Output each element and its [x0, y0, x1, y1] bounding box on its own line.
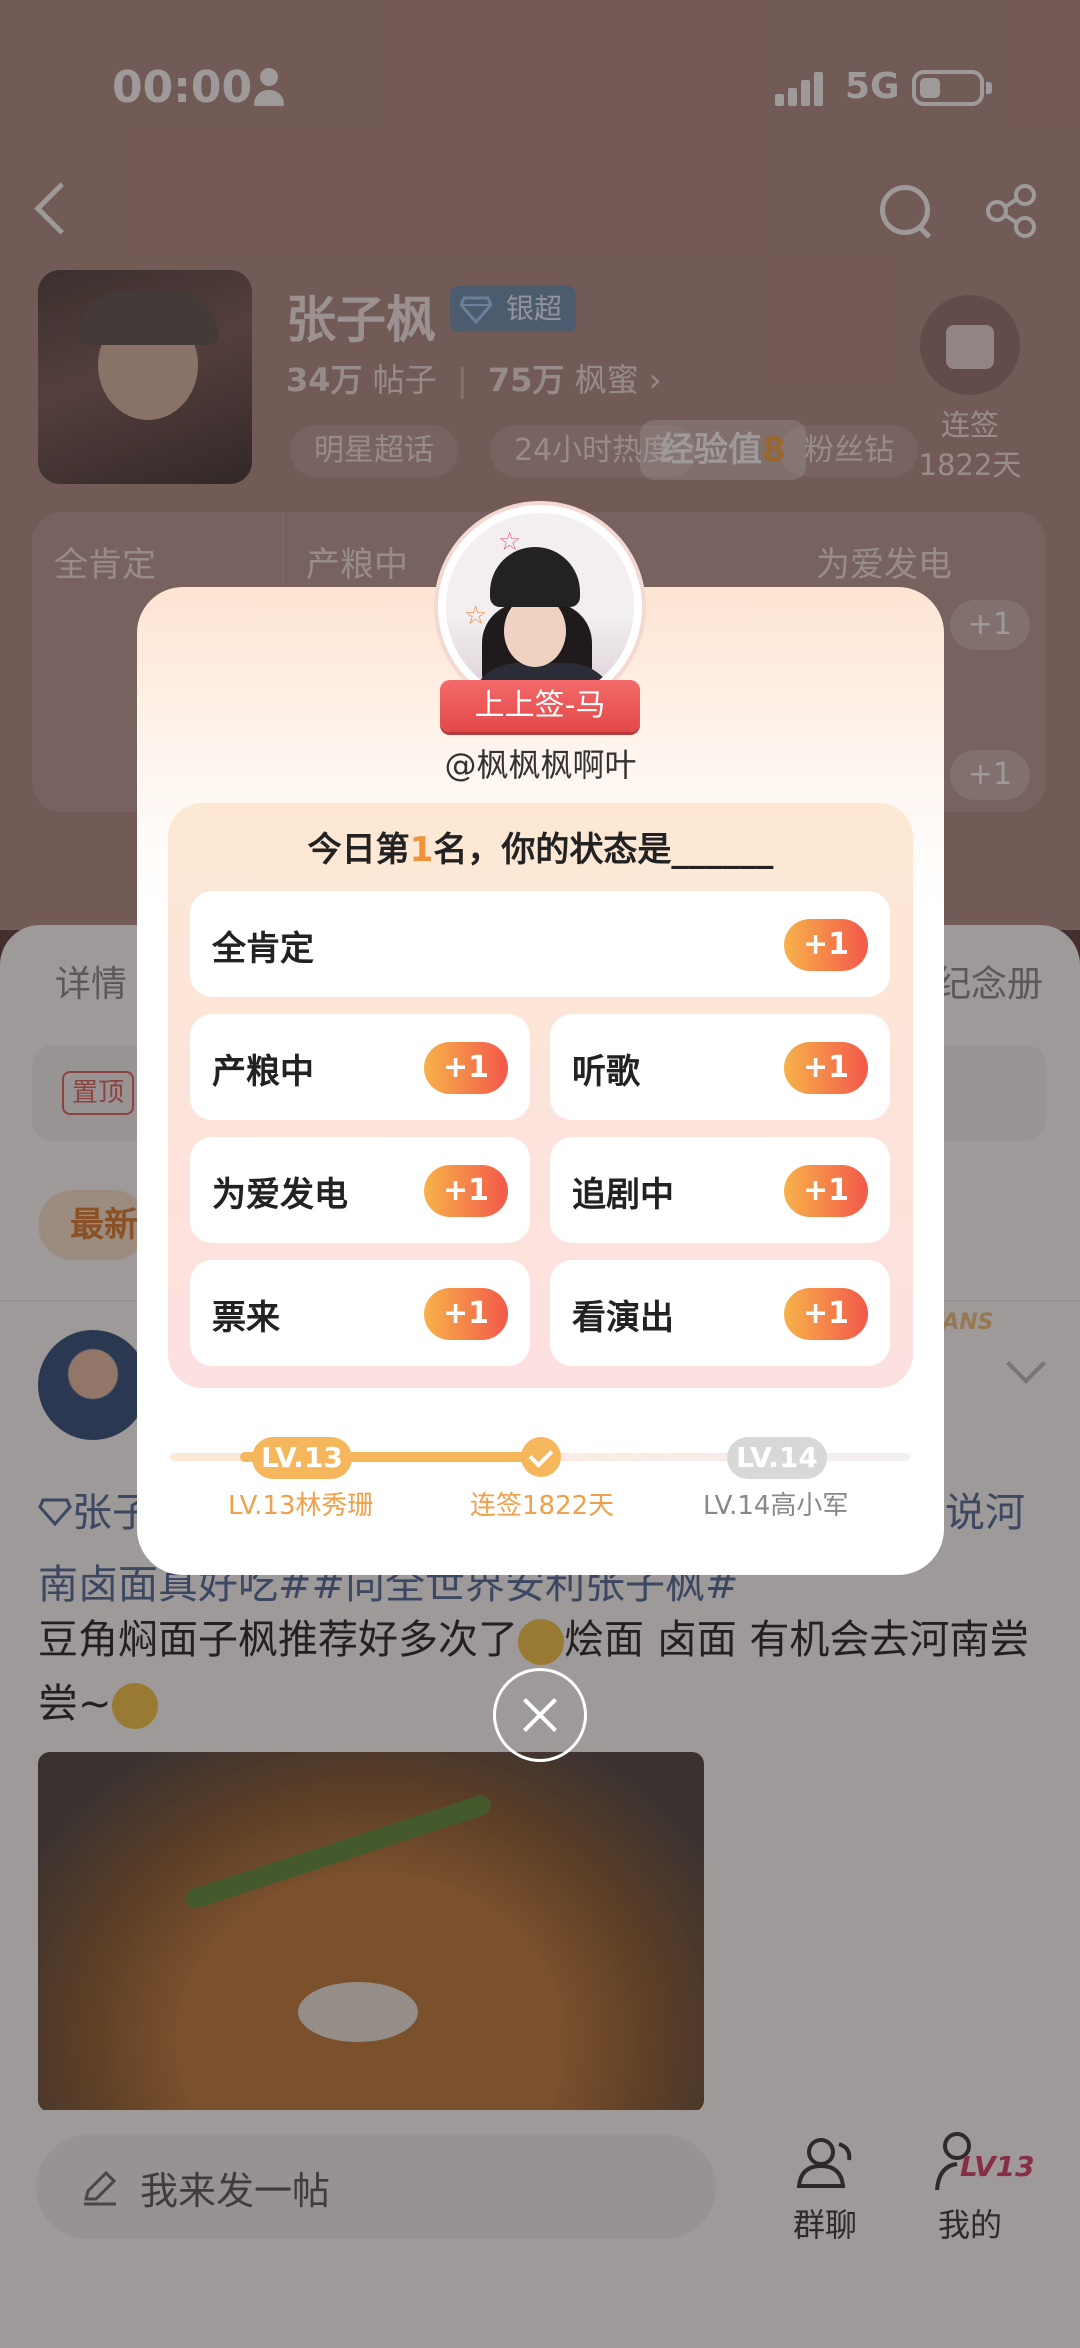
- option-label: 追剧中: [572, 1175, 674, 1215]
- modal-user-avatar: ☆ ☆: [446, 513, 634, 701]
- question-suffix: 名，你的状态是______: [433, 830, 774, 870]
- modal-username: @枫枫枫啊叶: [444, 746, 637, 784]
- next-level-caption: LV.14高小军: [703, 1491, 849, 1521]
- question-prefix: 今日第: [307, 830, 410, 870]
- option-label: 全肯定: [212, 929, 314, 969]
- status-option-weiaifadian[interactable]: 为爱发电 +1: [190, 1137, 530, 1243]
- plus-one-button[interactable]: +1: [424, 1042, 508, 1094]
- star-icon: ☆: [498, 527, 522, 557]
- current-level-caption: LV.13林秀珊: [228, 1491, 374, 1521]
- next-level-pill: LV.14: [727, 1437, 827, 1479]
- fortune-ribbon: 上上签-马: [422, 680, 658, 732]
- star-icon: ☆: [464, 601, 488, 631]
- current-level-pill: LV.13: [252, 1437, 352, 1479]
- checkin-streak-caption: 连签1822天: [470, 1491, 615, 1521]
- option-label: 听歌: [572, 1052, 640, 1092]
- status-option-zhuiju[interactable]: 追剧中 +1: [550, 1137, 890, 1243]
- status-option-kanyanchu[interactable]: 看演出 +1: [550, 1260, 890, 1366]
- close-icon[interactable]: [493, 1668, 587, 1762]
- status-option-quanfouding[interactable]: 全肯定 +1: [190, 891, 890, 997]
- status-question: 今日第1名，你的状态是______: [168, 822, 913, 871]
- plus-one-button[interactable]: +1: [784, 1042, 868, 1094]
- status-option-tingge[interactable]: 听歌 +1: [550, 1014, 890, 1120]
- option-label: 产粮中: [212, 1052, 314, 1092]
- option-label: 票来: [212, 1298, 280, 1338]
- plus-one-button[interactable]: +1: [784, 1165, 868, 1217]
- option-label: 为爱发电: [212, 1175, 348, 1215]
- status-option-piaolai[interactable]: 票来 +1: [190, 1260, 530, 1366]
- plus-one-button[interactable]: +1: [784, 1288, 868, 1340]
- checkmark-icon: [521, 1437, 561, 1477]
- plus-one-button[interactable]: +1: [784, 919, 868, 971]
- plus-one-button[interactable]: +1: [424, 1165, 508, 1217]
- plus-one-button[interactable]: +1: [424, 1288, 508, 1340]
- option-label: 看演出: [572, 1298, 674, 1338]
- question-rank: 1: [409, 830, 434, 870]
- status-option-chanliang[interactable]: 产粮中 +1: [190, 1014, 530, 1120]
